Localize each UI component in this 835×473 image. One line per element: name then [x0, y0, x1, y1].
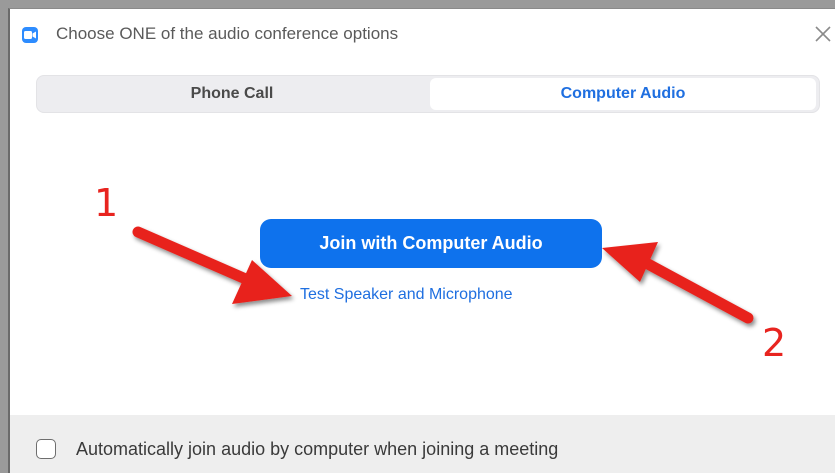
dialog-footer: Automatically join audio by computer whe…	[10, 415, 835, 473]
tab-computer-audio[interactable]: Computer Audio	[430, 78, 816, 110]
tab-phone-call[interactable]: Phone Call	[39, 78, 425, 110]
annotation-number-1: 1	[94, 181, 119, 225]
join-with-computer-audio-button[interactable]: Join with Computer Audio	[260, 219, 602, 268]
auto-join-label: Automatically join audio by computer whe…	[76, 439, 559, 459]
screenshot-stage: Choose ONE of the audio conference optio…	[0, 0, 835, 473]
dialog-title: Choose ONE of the audio conference optio…	[56, 24, 399, 43]
zoom-camera-icon	[22, 27, 38, 43]
audio-options-dialog: Choose ONE of the audio conference optio…	[8, 8, 835, 473]
auto-join-checkbox[interactable]	[36, 439, 56, 459]
title-bar: Choose ONE of the audio conference optio…	[10, 9, 835, 59]
test-speaker-microphone-link[interactable]: Test Speaker and Microphone	[300, 286, 513, 304]
close-icon	[815, 26, 831, 42]
close-button[interactable]	[810, 19, 835, 49]
audio-type-tabs: Phone Call Computer Audio	[36, 75, 820, 113]
annotation-number-2: 2	[762, 321, 787, 365]
